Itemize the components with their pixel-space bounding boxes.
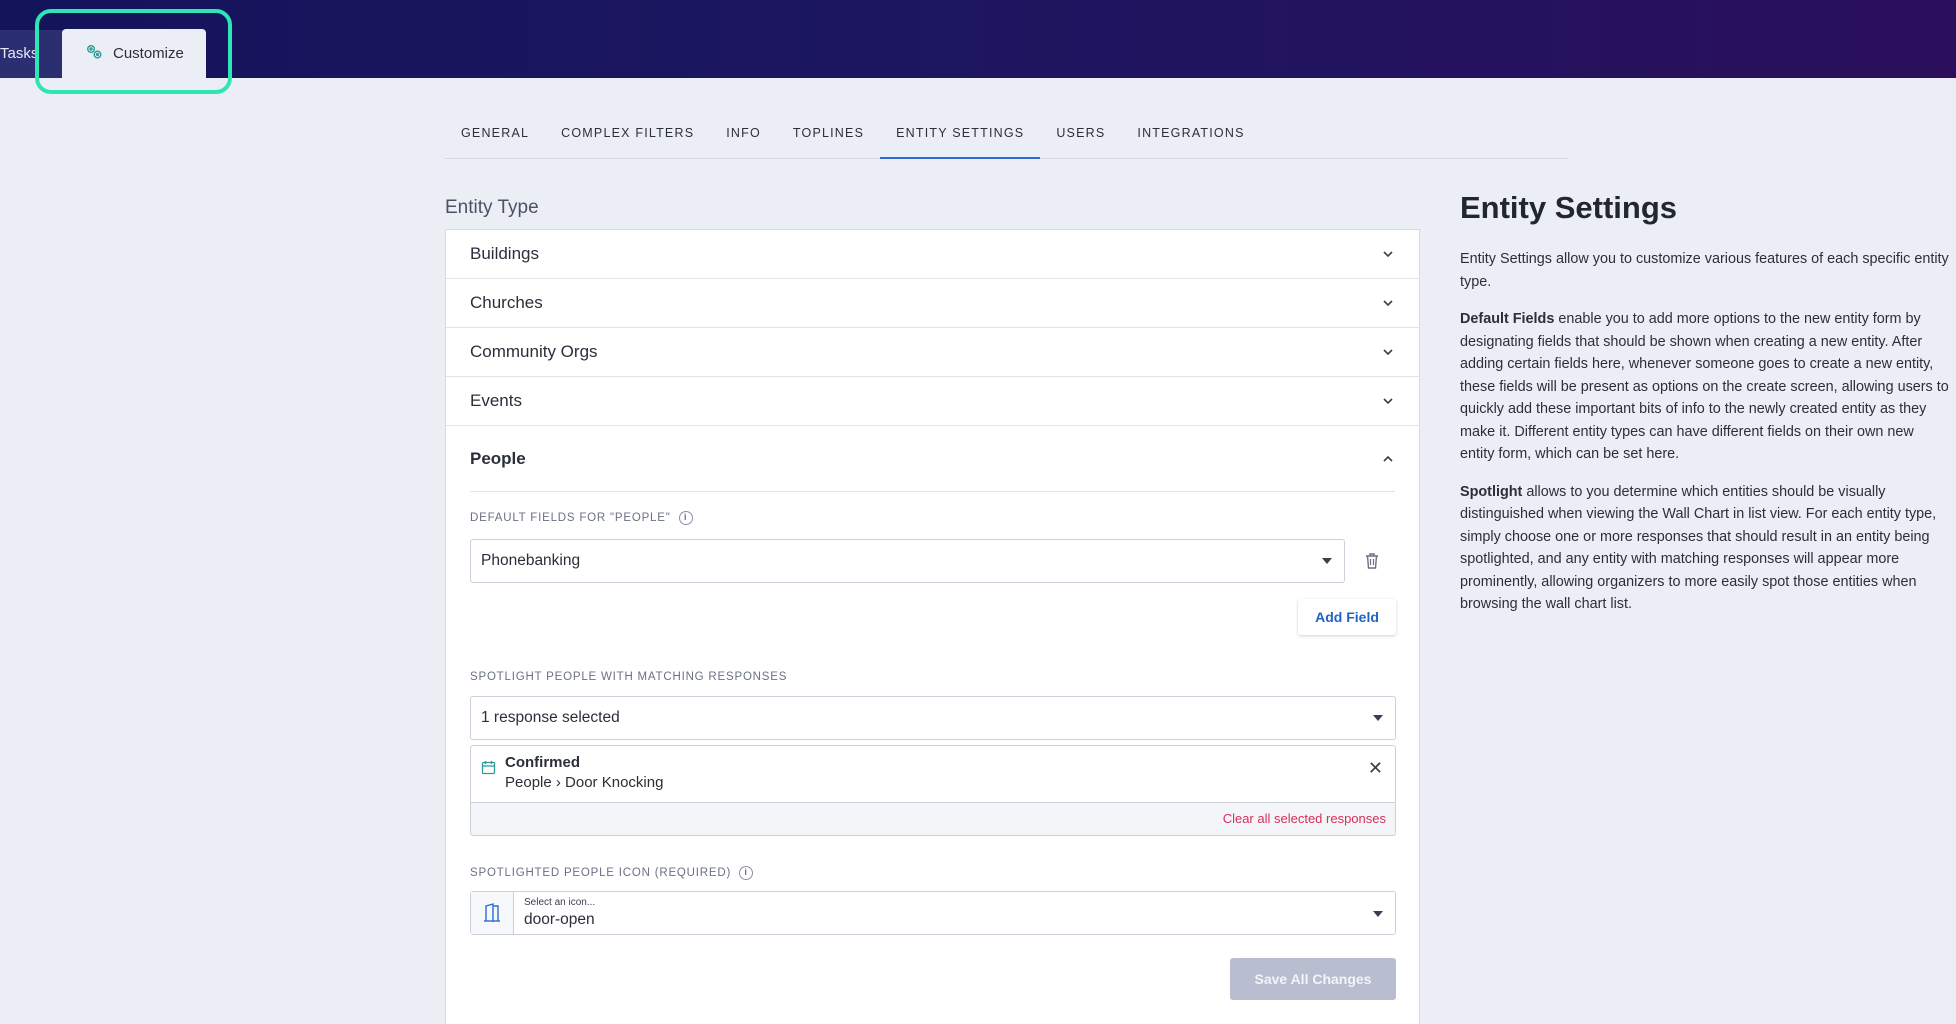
tab-info[interactable]: INFO xyxy=(710,112,777,159)
tab-tasks[interactable]: Tasks xyxy=(0,30,64,78)
caret-down-icon xyxy=(1322,558,1332,564)
help-spotlight-term: Spotlight xyxy=(1460,483,1523,500)
clear-responses-bar: Clear all selected responses xyxy=(470,802,1396,836)
trash-icon[interactable] xyxy=(1364,552,1380,570)
save-all-changes-button[interactable]: Save All Changes xyxy=(1230,958,1396,1000)
help-title: Entity Settings xyxy=(1460,190,1678,225)
entity-row-label: Churches xyxy=(470,293,543,312)
settings-tabs: GENERAL COMPLEX FILTERS INFO TOPLINES EN… xyxy=(445,112,1568,159)
tab-customize-label: Customize xyxy=(113,45,184,62)
chevron-down-icon xyxy=(1383,300,1393,307)
default-fields-label-row: DEFAULT FIELDS FOR "PEOPLE" i xyxy=(470,511,693,525)
remove-response-icon[interactable]: ✕ xyxy=(1368,758,1383,779)
gears-icon xyxy=(84,42,104,66)
entity-type-heading: Entity Type xyxy=(445,197,539,218)
calendar-icon xyxy=(481,761,496,775)
info-icon[interactable]: i xyxy=(739,866,754,880)
tab-integrations[interactable]: INTEGRATIONS xyxy=(1121,112,1260,159)
spotlight-label-row: SPOTLIGHT PEOPLE WITH MATCHING RESPONSES xyxy=(470,671,787,683)
entity-row-events[interactable]: Events xyxy=(446,377,1419,426)
entity-row-label: Events xyxy=(470,391,522,410)
help-intro: Entity Settings allow you to customize v… xyxy=(1460,251,1949,290)
chevron-down-icon xyxy=(1383,349,1393,356)
caret-down-icon xyxy=(1373,911,1383,917)
spotlight-select[interactable]: 1 response selected xyxy=(470,696,1396,740)
clear-all-responses-link[interactable]: Clear all selected responses xyxy=(1223,811,1386,826)
chevron-down-icon xyxy=(1383,398,1393,405)
entity-row-label: People xyxy=(470,448,526,468)
help-default-fields-text: enable you to add more options to the ne… xyxy=(1460,311,1949,462)
help-panel: Entity Settings Entity Settings allow yo… xyxy=(1460,190,1952,631)
default-field-select[interactable]: Phonebanking xyxy=(470,539,1345,583)
chevron-down-icon xyxy=(1383,251,1393,258)
caret-down-icon xyxy=(1373,715,1383,721)
icon-select-value: door-open xyxy=(524,911,595,928)
top-bar: Tasks Customize xyxy=(0,0,1956,78)
selected-response-path: People › Door Knocking xyxy=(505,774,664,791)
selected-response-chip: Confirmed People › Door Knocking ✕ xyxy=(470,745,1396,802)
add-field-button[interactable]: Add Field xyxy=(1298,599,1396,635)
help-spotlight: Spotlight allows to you determine which … xyxy=(1460,481,1952,616)
tab-customize[interactable]: Customize xyxy=(62,29,206,78)
tab-tasks-label: Tasks xyxy=(0,45,39,62)
info-icon[interactable]: i xyxy=(678,511,693,525)
chevron-up-icon xyxy=(1383,455,1393,462)
icon-label-row: SPOTLIGHTED PEOPLE ICON (REQUIRED) i xyxy=(470,866,754,880)
tab-entity-settings[interactable]: ENTITY SETTINGS xyxy=(880,112,1041,159)
selected-response-title: Confirmed xyxy=(505,754,580,771)
help-spotlight-text: allows to you determine which entities s… xyxy=(1460,483,1937,613)
entity-row-label: Community Orgs xyxy=(470,342,598,361)
spotlight-label: SPOTLIGHT PEOPLE WITH MATCHING RESPONSES xyxy=(470,671,788,683)
icon-select[interactable]: Select an icon... door-open xyxy=(470,891,1396,935)
entity-row-people[interactable]: People xyxy=(470,426,1395,492)
entity-row-churches[interactable]: Churches xyxy=(446,279,1419,328)
icon-select-placeholder: Select an icon... xyxy=(524,897,596,908)
icon-label: SPOTLIGHTED PEOPLE ICON (REQUIRED) xyxy=(470,867,732,879)
help-default-fields-term: Default Fields xyxy=(1460,311,1555,327)
tab-toplines[interactable]: TOPLINES xyxy=(777,112,880,159)
entity-row-community-orgs[interactable]: Community Orgs xyxy=(446,328,1419,377)
entity-row-label: Buildings xyxy=(470,244,539,263)
tab-users[interactable]: USERS xyxy=(1040,112,1121,159)
tab-complex-filters[interactable]: COMPLEX FILTERS xyxy=(545,112,710,159)
help-default-fields: Default Fields enable you to add more op… xyxy=(1460,308,1952,466)
entity-row-buildings[interactable]: Buildings xyxy=(446,230,1419,279)
door-open-icon xyxy=(471,892,514,934)
entity-type-panel: Buildings Churches Community Orgs Events… xyxy=(445,229,1420,1024)
tab-general[interactable]: GENERAL xyxy=(445,112,545,159)
spotlight-select-value: 1 response selected xyxy=(481,709,620,726)
default-field-value: Phonebanking xyxy=(481,552,581,569)
default-fields-label: DEFAULT FIELDS FOR "PEOPLE" xyxy=(470,512,671,524)
